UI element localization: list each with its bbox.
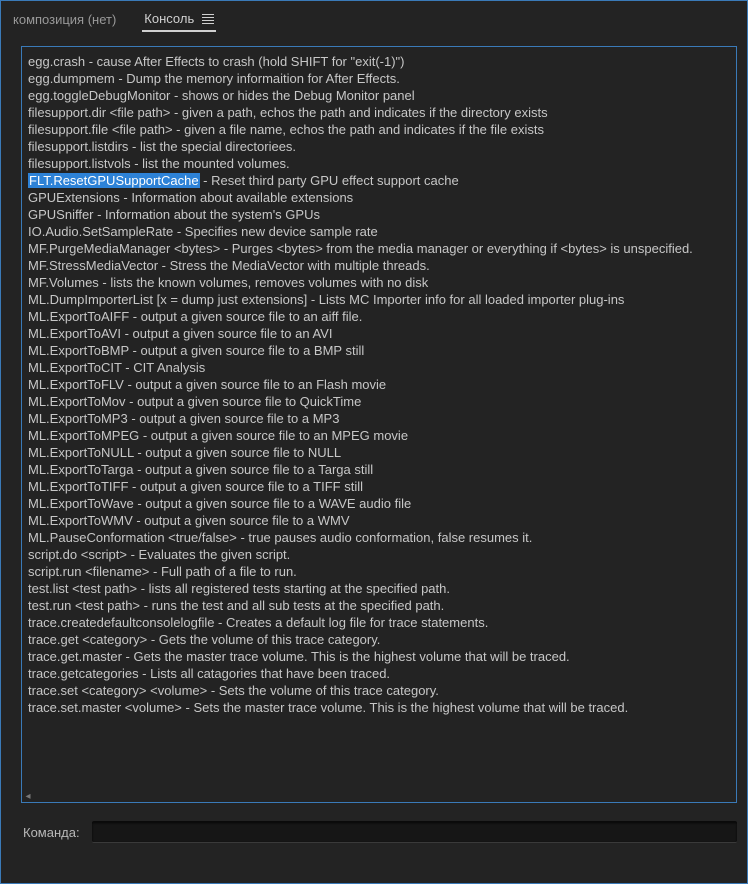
console-line: MF.StressMediaVector - Stress the MediaV…	[28, 257, 730, 274]
console-line: script.run <filename> - Full path of a f…	[28, 563, 730, 580]
console-line: ML.DumpImporterList [x = dump just exten…	[28, 291, 730, 308]
console-line: trace.getcategories - Lists all catagori…	[28, 665, 730, 682]
console-line: ML.ExportToFLV - output a given source f…	[28, 376, 730, 393]
console-line: ML.ExportToCIT - CIT Analysis	[28, 359, 730, 376]
console-line: trace.get <category> - Gets the volume o…	[28, 631, 730, 648]
console-line: MF.PurgeMediaManager <bytes> - Purges <b…	[28, 240, 730, 257]
console-line: filesupport.listvols - list the mounted …	[28, 155, 730, 172]
tab-bar: композиция (нет) Консоль	[1, 1, 747, 36]
command-label: Команда:	[23, 825, 80, 840]
console-line: ML.ExportToTIFF - output a given source …	[28, 478, 730, 495]
selected-text: FLT.ResetGPUSupportCache	[28, 173, 200, 188]
console-line: MF.Volumes - lists the known volumes, re…	[28, 274, 730, 291]
console-output-panel[interactable]: egg.crash - cause After Effects to crash…	[21, 46, 737, 803]
tab-composition-label: композиция (нет)	[13, 12, 116, 27]
console-line: trace.get.master - Gets the master trace…	[28, 648, 730, 665]
console-line: ML.ExportToMov - output a given source f…	[28, 393, 730, 410]
console-line: filesupport.file <file path> - given a f…	[28, 121, 730, 138]
console-line: ML.PauseConformation <true/false> - true…	[28, 529, 730, 546]
console-line: test.run <test path> - runs the test and…	[28, 597, 730, 614]
scroll-left-icon[interactable]: ◂	[24, 792, 32, 800]
tab-console[interactable]: Консоль	[142, 7, 216, 32]
console-line: GPUSniffer - Information about the syste…	[28, 206, 730, 223]
console-line: GPUExtensions - Information about availa…	[28, 189, 730, 206]
console-line: ML.ExportToWave - output a given source …	[28, 495, 730, 512]
console-line: ML.ExportToTarga - output a given source…	[28, 461, 730, 478]
console-line: egg.toggleDebugMonitor - shows or hides …	[28, 87, 730, 104]
console-line: FLT.ResetGPUSupportCache - Reset third p…	[28, 172, 730, 189]
console-output-text: egg.crash - cause After Effects to crash…	[22, 47, 736, 722]
console-line: filesupport.dir <file path> - given a pa…	[28, 104, 730, 121]
command-input[interactable]	[92, 821, 737, 843]
console-line: trace.set <category> <volume> - Sets the…	[28, 682, 730, 699]
panel-menu-icon[interactable]	[202, 14, 214, 24]
console-line: ML.ExportToWMV - output a given source f…	[28, 512, 730, 529]
tab-console-label: Консоль	[144, 11, 194, 26]
command-row: Команда:	[1, 811, 747, 883]
console-line: ML.ExportToAIFF - output a given source …	[28, 308, 730, 325]
console-line: ML.ExportToMP3 - output a given source f…	[28, 410, 730, 427]
console-line: ML.ExportToAVI - output a given source f…	[28, 325, 730, 342]
console-line: egg.crash - cause After Effects to crash…	[28, 53, 730, 70]
console-line: IO.Audio.SetSampleRate - Specifies new d…	[28, 223, 730, 240]
console-line: egg.dumpmem - Dump the memory informaiti…	[28, 70, 730, 87]
console-line: ML.ExportToNULL - output a given source …	[28, 444, 730, 461]
console-line: filesupport.listdirs - list the special …	[28, 138, 730, 155]
console-line: ML.ExportToMPEG - output a given source …	[28, 427, 730, 444]
console-line: script.do <script> - Evaluates the given…	[28, 546, 730, 563]
console-line: ML.ExportToBMP - output a given source f…	[28, 342, 730, 359]
console-line: trace.createdefaultconsolelogfile - Crea…	[28, 614, 730, 631]
console-line: test.list <test path> - lists all regist…	[28, 580, 730, 597]
tab-composition[interactable]: композиция (нет)	[11, 8, 118, 31]
console-line: trace.set.master <volume> - Sets the mas…	[28, 699, 730, 716]
